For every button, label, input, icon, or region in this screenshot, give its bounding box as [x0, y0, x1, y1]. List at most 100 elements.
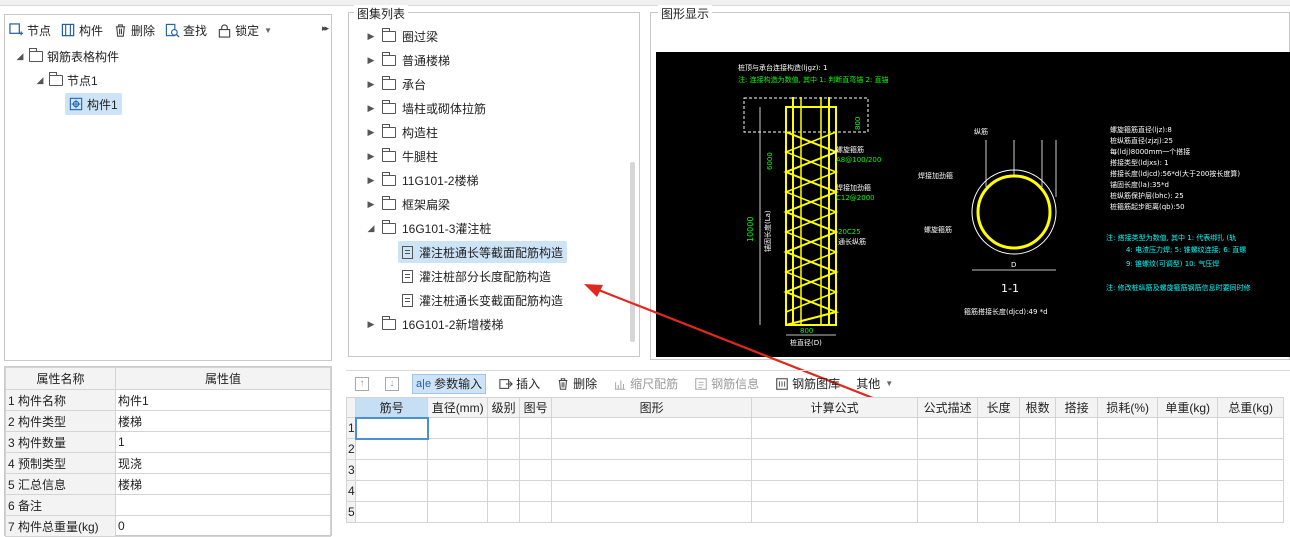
col-header[interactable]: 级别	[487, 397, 521, 418]
insert-button[interactable]: 插入	[496, 374, 543, 394]
grid-cell[interactable]	[551, 438, 753, 460]
grid-cell[interactable]	[427, 459, 489, 481]
grid-cell[interactable]	[355, 501, 429, 523]
grid-cell[interactable]	[355, 438, 429, 460]
col-header[interactable]: 根数	[1019, 397, 1057, 418]
grid-cell[interactable]	[1097, 459, 1159, 481]
col-header[interactable]: 筋号	[355, 397, 429, 418]
grid-cell[interactable]	[551, 501, 753, 523]
grid-cell[interactable]	[519, 459, 553, 481]
grid-cell[interactable]	[487, 438, 521, 460]
grid-cell[interactable]	[1157, 459, 1219, 481]
grid-cell[interactable]	[1019, 417, 1057, 439]
grid-cell[interactable]	[1097, 501, 1159, 523]
table-row[interactable]: 3	[345, 459, 1285, 481]
grid-cell[interactable]	[1097, 417, 1159, 439]
rebar-grid: 筋号 直径(mm) 级别 图号 图形 计算公式 公式描述 长度 根数 搭接 损耗…	[345, 397, 1290, 536]
grid-cell[interactable]	[519, 438, 553, 460]
grid-cell[interactable]	[551, 480, 753, 502]
grid-cell[interactable]	[551, 459, 753, 481]
grid-cell[interactable]	[917, 459, 979, 481]
col-header[interactable]: 图形	[551, 397, 753, 418]
rebar-info-button[interactable]: 钢筋信息	[691, 374, 762, 394]
col-header[interactable]: 图号	[519, 397, 553, 418]
grid-cell[interactable]	[519, 480, 553, 502]
grid-cell[interactable]	[977, 480, 1021, 502]
grid-cell[interactable]	[1097, 480, 1159, 502]
grid-cell[interactable]	[1217, 480, 1285, 502]
grid-cell[interactable]	[751, 480, 919, 502]
grid-cell[interactable]	[977, 501, 1021, 523]
grid-cell[interactable]	[751, 438, 919, 460]
grid-cell[interactable]	[1055, 459, 1099, 481]
grid-cell[interactable]	[355, 459, 429, 481]
move-up-button[interactable]: ↑	[352, 374, 372, 394]
col-header[interactable]: 总重(kg)	[1217, 397, 1285, 418]
col-header[interactable]: 直径(mm)	[427, 397, 489, 418]
grid-cell[interactable]	[1157, 438, 1219, 460]
grid-cell[interactable]	[1019, 459, 1057, 481]
table-row[interactable]: 2	[345, 438, 1285, 460]
grid-cell[interactable]	[751, 459, 919, 481]
col-header[interactable]: 损耗(%)	[1097, 397, 1159, 418]
col-header[interactable]: 单重(kg)	[1157, 397, 1219, 418]
grid-cell[interactable]	[1217, 417, 1285, 439]
arrow-up-icon: ↑	[355, 376, 369, 391]
grid-cell[interactable]	[427, 480, 489, 502]
grid-cell[interactable]	[917, 438, 979, 460]
grid-cell[interactable]	[519, 501, 553, 523]
grid-delete-label: 删除	[573, 377, 598, 391]
grid-cell[interactable]	[977, 438, 1021, 460]
grid-cell[interactable]	[519, 417, 553, 439]
grid-cell[interactable]	[1157, 417, 1219, 439]
grid-cell[interactable]	[1157, 501, 1219, 523]
grid-cell-active[interactable]	[354, 416, 429, 440]
grid-cell[interactable]	[1019, 480, 1057, 502]
grid-cell[interactable]	[487, 459, 521, 481]
grid-cell[interactable]	[551, 417, 753, 439]
grid-cell[interactable]	[751, 501, 919, 523]
grid-cell[interactable]	[1217, 501, 1285, 523]
grid-cell[interactable]	[1055, 480, 1099, 502]
grid-cell[interactable]	[487, 501, 521, 523]
param-input-icon: a|e	[416, 377, 432, 390]
grid-cell[interactable]	[917, 501, 979, 523]
grid-cell[interactable]	[1055, 438, 1099, 460]
col-header[interactable]: 公式描述	[917, 397, 979, 418]
move-down-button[interactable]: ↓	[382, 374, 402, 394]
grid-cell[interactable]	[427, 501, 489, 523]
table-row[interactable]: 4	[345, 480, 1285, 502]
info-icon	[695, 377, 707, 390]
grid-cell[interactable]	[1019, 438, 1057, 460]
grid-cell[interactable]	[1055, 417, 1099, 439]
grid-header-row: 筋号 直径(mm) 级别 图号 图形 计算公式 公式描述 长度 根数 搭接 损耗…	[345, 397, 1285, 418]
grid-cell[interactable]	[917, 417, 979, 439]
grid-cell[interactable]	[1019, 501, 1057, 523]
param-input-button[interactable]: a|e 参数输入	[412, 373, 487, 394]
grid-cell[interactable]	[487, 417, 521, 439]
grid-cell[interactable]	[1217, 438, 1285, 460]
rebar-library-button[interactable]: 钢筋图库	[772, 374, 843, 394]
col-header[interactable]: 长度	[977, 397, 1021, 418]
table-row[interactable]: 1	[345, 416, 1285, 440]
other-menu-button[interactable]: 其他 ▼	[853, 374, 896, 394]
grid-cell[interactable]	[427, 417, 489, 439]
grid-cell[interactable]	[917, 480, 979, 502]
grid-cell[interactable]	[1055, 501, 1099, 523]
grid-cell[interactable]	[1217, 459, 1285, 481]
scale-rebar-button[interactable]: 缩尺配筋	[610, 374, 681, 394]
col-header[interactable]: 搭接	[1055, 397, 1099, 418]
col-header[interactable]: 计算公式	[751, 397, 919, 418]
grid-cell[interactable]	[427, 438, 489, 460]
grid-cell[interactable]	[977, 417, 1021, 439]
grid-delete-button[interactable]: 删除	[553, 374, 600, 394]
grid-cell[interactable]	[1097, 438, 1159, 460]
grid-cell[interactable]	[751, 417, 919, 439]
rebar-table: 筋号 直径(mm) 级别 图号 图形 计算公式 公式描述 长度 根数 搭接 损耗…	[345, 397, 1285, 523]
grid-cell[interactable]	[1157, 480, 1219, 502]
insert-label: 插入	[516, 377, 541, 391]
grid-cell[interactable]	[977, 459, 1021, 481]
grid-cell[interactable]	[355, 480, 429, 502]
table-row[interactable]: 5	[345, 501, 1285, 523]
grid-cell[interactable]	[487, 480, 521, 502]
